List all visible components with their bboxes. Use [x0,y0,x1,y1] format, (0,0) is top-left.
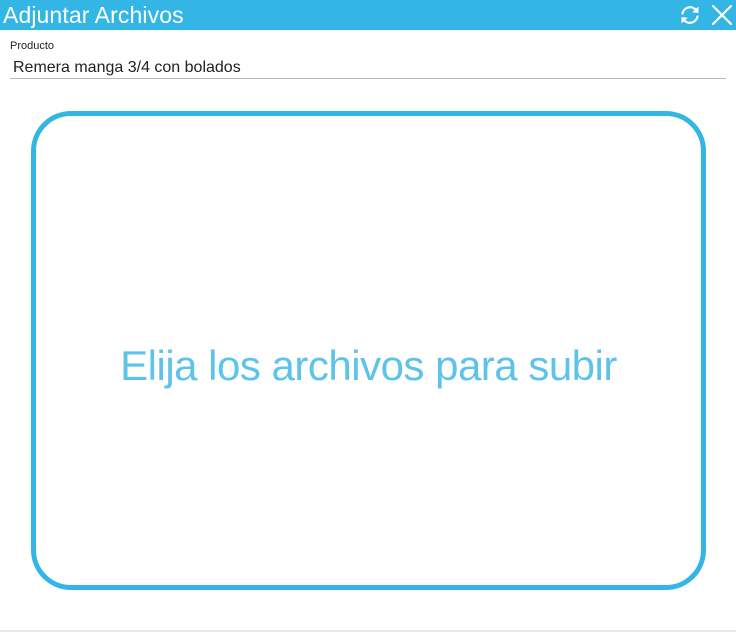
refresh-button[interactable] [678,3,702,27]
product-input[interactable] [10,57,726,79]
close-icon [711,4,733,26]
dialog-title: Adjuntar Archivos [3,2,184,28]
attach-files-dialog: Adjuntar Archivos Producto Elija los arc… [0,0,736,634]
file-dropzone[interactable]: Elija los archivos para subir [31,111,706,590]
refresh-icon [681,6,699,24]
product-field: Producto [10,40,726,79]
title-bar: Adjuntar Archivos [0,0,736,30]
bottom-divider [0,630,736,632]
close-button[interactable] [710,3,734,27]
product-label: Producto [10,40,55,52]
upload-prompt: Elija los archivos para subir [120,342,617,389]
